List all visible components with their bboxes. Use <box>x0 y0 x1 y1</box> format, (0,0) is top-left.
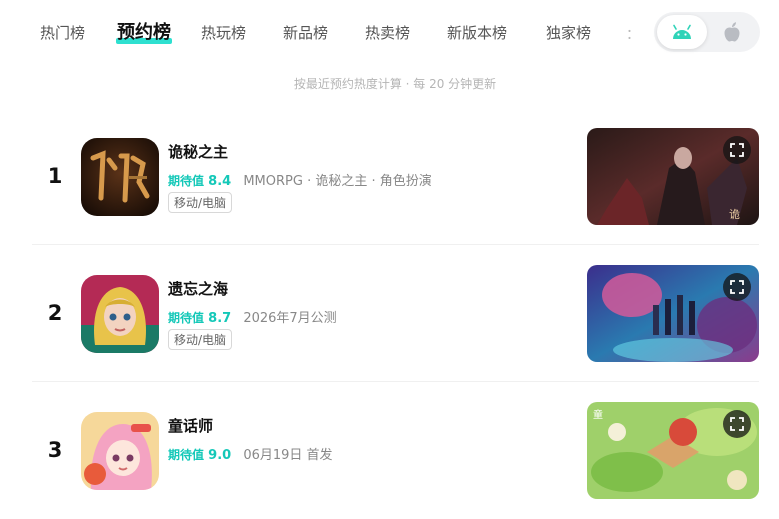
game-meta: 期待值 9.0 06月19日 首发 <box>168 444 333 463</box>
release-info: 2026年7月公测 <box>243 311 337 326</box>
android-icon <box>673 24 691 39</box>
game-title[interactable]: 童话师 <box>168 415 213 436</box>
rank-number: 1 <box>47 164 63 188</box>
rank-number: 2 <box>47 301 63 325</box>
tab-hot-play[interactable]: 热玩榜 <box>201 22 246 43</box>
game-meta: 期待值 8.4 MMORPG · 诡秘之主 · 角色扮演 <box>168 170 432 189</box>
expand-icon[interactable] <box>723 273 751 301</box>
game-meta: 期待值 8.7 2026年7月公测 <box>168 307 337 326</box>
android-platform-button[interactable] <box>657 15 707 49</box>
game-preview-image[interactable]: 诡 <box>587 128 759 225</box>
game-icon[interactable] <box>81 412 159 490</box>
game-preview-image[interactable]: 童 <box>587 402 759 499</box>
tab-best-selling[interactable]: 热卖榜 <box>365 22 410 43</box>
update-note: 按最近预约热度计算 · 每 20 分钟更新 <box>293 77 497 91</box>
list-item[interactable]: 2 遗忘之海 期待值 8.7 2026年7月公测 移动/电脑 <box>0 245 779 382</box>
platform-tag: 移动/电脑 <box>168 329 233 350</box>
expectation-score: 8.7 <box>208 311 232 326</box>
expectation-label: 期待值 <box>168 448 205 462</box>
expectation-score: 8.4 <box>208 174 232 189</box>
expectation-score: 9.0 <box>208 448 232 463</box>
ranking-tabs: 热门榜 预约榜 热玩榜 新品榜 热卖榜 新版本榜 独家榜 ： <box>0 0 779 64</box>
game-genre: MMORPG · 诡秘之主 · 角色扮演 <box>243 174 432 189</box>
expand-icon[interactable] <box>723 410 751 438</box>
tab-reservation[interactable]: 预约榜 <box>116 18 172 44</box>
apple-icon <box>724 22 740 42</box>
game-preview-image[interactable] <box>587 265 759 362</box>
list-item[interactable]: 3 童话师 期待值 9.0 06月19日 首发 童 <box>0 382 779 519</box>
platform-toggle <box>654 12 760 52</box>
svg-text:童: 童 <box>593 408 603 421</box>
tab-exclusive[interactable]: 独家榜 <box>546 22 591 43</box>
game-icon[interactable] <box>81 275 159 353</box>
tab-new-product[interactable]: 新品榜 <box>283 22 328 43</box>
ios-platform-button[interactable] <box>707 15 757 49</box>
svg-text:诡: 诡 <box>729 207 740 221</box>
expand-icon[interactable] <box>723 136 751 164</box>
expectation-label: 期待值 <box>168 174 205 188</box>
tab-hot[interactable]: 热门榜 <box>40 22 85 43</box>
game-icon[interactable] <box>81 138 159 216</box>
platform-tag: 移动/电脑 <box>168 192 233 213</box>
game-title[interactable]: 遗忘之海 <box>168 278 228 299</box>
list-item[interactable]: 1 诡秘之主 期待值 8.4 MMORPG · 诡秘之主 · 角色扮演 移动/电… <box>0 108 779 245</box>
rank-number: 3 <box>47 438 63 462</box>
more-tabs-indicator[interactable]: ： <box>626 24 640 44</box>
expectation-label: 期待值 <box>168 311 205 325</box>
tab-new-version[interactable]: 新版本榜 <box>447 22 507 43</box>
game-title[interactable]: 诡秘之主 <box>168 141 228 162</box>
release-info: 06月19日 首发 <box>243 448 333 463</box>
